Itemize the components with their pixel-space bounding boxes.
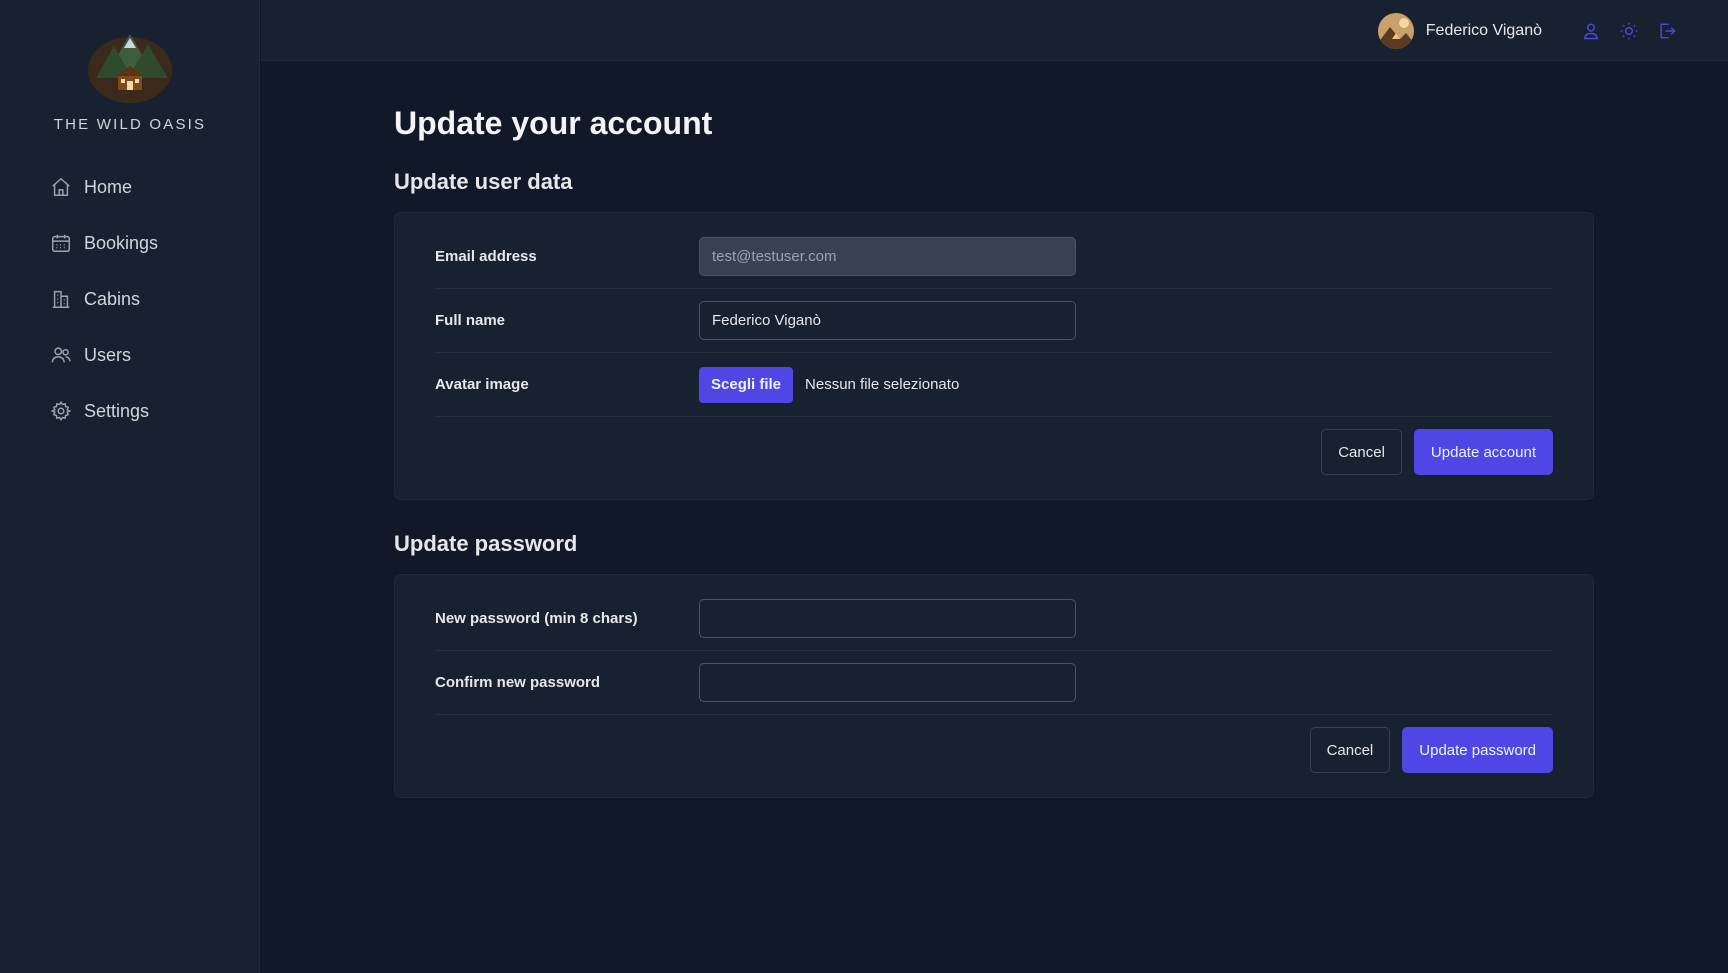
- sidebar-item-label: Home: [84, 176, 133, 197]
- user-name: Federico Viganò: [1425, 21, 1542, 39]
- avatar-row: Avatar image Scegli file Nessun file sel…: [435, 353, 1553, 417]
- confirm-password-field[interactable]: [699, 663, 1076, 702]
- avatar: [1377, 12, 1414, 49]
- sidebar-item-label: Cabins: [84, 288, 141, 309]
- sidebar-item-label: Users: [84, 344, 132, 365]
- calendar-icon: [50, 232, 72, 254]
- sidebar-item-label: Bookings: [84, 232, 159, 253]
- sidebar-nav: Home Bookings Cabins Users Settings: [36, 164, 236, 444]
- user-data-actions: Cancel Update account: [435, 417, 1553, 475]
- sidebar-item-cabins[interactable]: Cabins: [36, 276, 236, 322]
- new-password-field[interactable]: [699, 599, 1076, 638]
- choose-file-button[interactable]: Scegli file: [699, 366, 794, 403]
- sidebar-item-bookings[interactable]: Bookings: [36, 220, 236, 266]
- user-icon[interactable]: [1572, 12, 1610, 50]
- fullname-row: Full name: [435, 289, 1553, 353]
- confirm-password-label: Confirm new password: [435, 674, 601, 691]
- password-form: New password (min 8 chars) Confirm new p…: [394, 574, 1594, 798]
- sidebar-item-settings[interactable]: Settings: [36, 388, 236, 434]
- avatar-label: Avatar image: [435, 376, 529, 393]
- user-data-section-title: Update user data: [394, 169, 573, 194]
- logo-image: [88, 34, 172, 103]
- fullname-field[interactable]: [699, 301, 1076, 340]
- user-data-form: Email address Full name Avatar image Sce…: [394, 212, 1594, 500]
- logo[interactable]: THE WILD OASIS: [0, 28, 260, 133]
- file-status: Nessun file selezionato: [805, 376, 960, 393]
- email-row: Email address: [435, 225, 1553, 289]
- email-field[interactable]: [699, 237, 1076, 276]
- sidebar-item-users[interactable]: Users: [36, 332, 236, 378]
- sidebar: THE WILD OASIS Home Bookings Cabins User…: [0, 0, 260, 973]
- top-header: Federico Viganò: [261, 0, 1728, 61]
- sidebar-item-home[interactable]: Home: [36, 164, 236, 210]
- main-content: Update your account Update user data Ema…: [394, 100, 1594, 798]
- building-icon: [50, 288, 72, 310]
- new-password-row: New password (min 8 chars): [435, 587, 1553, 651]
- password-section-title: Update password: [394, 531, 578, 556]
- sidebar-item-label: Settings: [84, 400, 150, 421]
- cancel-button[interactable]: Cancel: [1309, 727, 1391, 773]
- users-icon: [50, 344, 72, 366]
- update-account-button[interactable]: Update account: [1413, 429, 1553, 475]
- home-icon: [50, 176, 72, 198]
- cancel-button[interactable]: Cancel: [1321, 429, 1402, 475]
- page-title: Update your account: [394, 105, 713, 141]
- confirm-password-row: Confirm new password: [435, 651, 1553, 715]
- user-area: Federico Viganò: [1377, 0, 1728, 61]
- gear-icon: [50, 400, 72, 422]
- password-actions: Cancel Update password: [435, 715, 1553, 773]
- email-label: Email address: [435, 248, 537, 265]
- new-password-label: New password (min 8 chars): [435, 610, 638, 627]
- logout-icon[interactable]: [1648, 12, 1686, 50]
- sun-icon[interactable]: [1610, 12, 1648, 50]
- update-password-button[interactable]: Update password: [1402, 727, 1553, 773]
- fullname-label: Full name: [435, 312, 506, 329]
- brand-name: THE WILD OASIS: [53, 116, 207, 133]
